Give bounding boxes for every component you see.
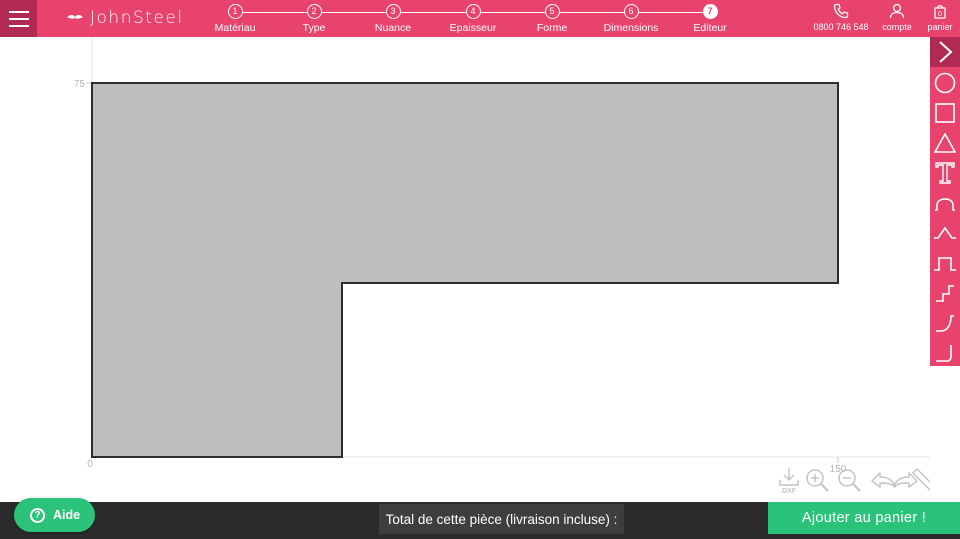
- x-axis-origin-label: 0: [87, 459, 93, 470]
- corner-icon: [936, 345, 952, 362]
- step-type[interactable]: 2 Type: [274, 4, 354, 34]
- drawing-canvas[interactable]: 75 0 150 DXF: [0, 37, 930, 502]
- app-root: JohnSteel 1 Matériau 2 Type 3 Nuance 4 E…: [0, 0, 960, 539]
- circle-icon: [934, 72, 956, 94]
- step-label: Dimensions: [603, 22, 659, 34]
- menu-bar: [8, 17, 29, 20]
- logo-text: JohnSteel: [90, 8, 184, 28]
- account-label: compte: [882, 22, 912, 32]
- help-label: Aide: [53, 508, 81, 522]
- step-editeur[interactable]: 7 Editeur: [670, 4, 750, 34]
- step-tool[interactable]: [930, 278, 960, 308]
- hamburger-menu-button[interactable]: [0, 0, 37, 37]
- chevron-right-icon: [939, 41, 953, 63]
- triangle-icon: [933, 132, 957, 153]
- triangle-tool[interactable]: [930, 128, 960, 158]
- menu-bar: [8, 24, 29, 27]
- cart-label: panier: [927, 22, 953, 32]
- step-dimensions[interactable]: 6 Dimensions: [591, 4, 671, 34]
- text-tool[interactable]: [930, 158, 960, 188]
- step-number: 7: [702, 4, 718, 19]
- rectangle-tool[interactable]: [930, 98, 960, 128]
- canvas-tools: DXF: [779, 467, 930, 495]
- mustache-icon: [67, 14, 83, 19]
- notch-tool[interactable]: [930, 248, 960, 278]
- phone-icon: [833, 3, 849, 19]
- arc-tool[interactable]: [930, 188, 960, 218]
- total-price-label: Total de cette pièce (livraison incluse)…: [379, 504, 624, 534]
- menu-bar: [8, 10, 29, 13]
- step-number: 4: [465, 4, 481, 19]
- step-label: Matériau: [214, 22, 256, 34]
- step-nuance[interactable]: 3 Nuance: [353, 4, 433, 34]
- step-label: Epaisseur: [449, 22, 497, 34]
- step-label: Nuance: [374, 22, 412, 34]
- notch-icon: [934, 257, 956, 271]
- circle-tool[interactable]: [930, 68, 960, 98]
- help-button[interactable]: ? Aide: [14, 498, 95, 532]
- collapse-toolbar-button[interactable]: [930, 37, 960, 67]
- step-number: 6: [623, 4, 639, 19]
- logo[interactable]: JohnSteel: [66, 6, 184, 30]
- zoom-out-icon[interactable]: [838, 469, 861, 492]
- arc-icon: [935, 198, 955, 211]
- undo-icon[interactable]: [871, 472, 896, 488]
- step-materiau[interactable]: 1 Matériau: [195, 4, 275, 34]
- phone-number: 0800 746 548: [813, 22, 869, 32]
- top-header: JohnSteel 1 Matériau 2 Type 3 Nuance 4 E…: [0, 0, 960, 37]
- text-icon: [935, 162, 955, 184]
- account-link[interactable]: compte: [879, 3, 915, 32]
- y-axis-label: 75: [74, 79, 86, 90]
- progress-stepper: 1 Matériau 2 Type 3 Nuance 4 Epaisseur 5…: [200, 0, 760, 37]
- redo-icon[interactable]: [893, 472, 918, 488]
- dxf-label: DXF: [782, 488, 797, 495]
- add-to-cart-button[interactable]: Ajouter au panier !: [768, 502, 960, 534]
- step-label: Editeur: [693, 22, 727, 34]
- peak-tool[interactable]: [930, 218, 960, 248]
- square-icon: [935, 103, 955, 123]
- curve-step-tool[interactable]: [930, 308, 960, 338]
- user-icon: [889, 3, 905, 19]
- cart-count: 0: [938, 11, 942, 18]
- shape-toolbar: [930, 37, 960, 366]
- curve-step-icon: [936, 315, 954, 332]
- step-number: 1: [227, 4, 243, 19]
- download-dxf-icon[interactable]: DXF: [779, 468, 799, 495]
- cart-bag-icon: 0: [934, 5, 946, 19]
- step-number: 2: [306, 4, 322, 19]
- cart-link[interactable]: 0 panier: [924, 3, 956, 32]
- step-number: 5: [544, 4, 560, 19]
- canvas-svg: 75 0 150: [74, 37, 930, 475]
- step-number: 3: [385, 4, 401, 19]
- corner-tool[interactable]: [930, 338, 960, 368]
- step-forme[interactable]: 5 Forme: [512, 4, 592, 34]
- question-icon: ?: [30, 507, 45, 523]
- step-label: Forme: [536, 22, 568, 34]
- step-label: Type: [302, 22, 326, 34]
- step-icon: [936, 285, 954, 302]
- l-shape-part[interactable]: [91, 82, 839, 458]
- zoom-in-icon[interactable]: [806, 469, 829, 492]
- peak-icon: [934, 226, 956, 239]
- step-epaisseur[interactable]: 4 Epaisseur: [433, 4, 513, 34]
- phone-link[interactable]: 0800 746 548: [812, 3, 870, 32]
